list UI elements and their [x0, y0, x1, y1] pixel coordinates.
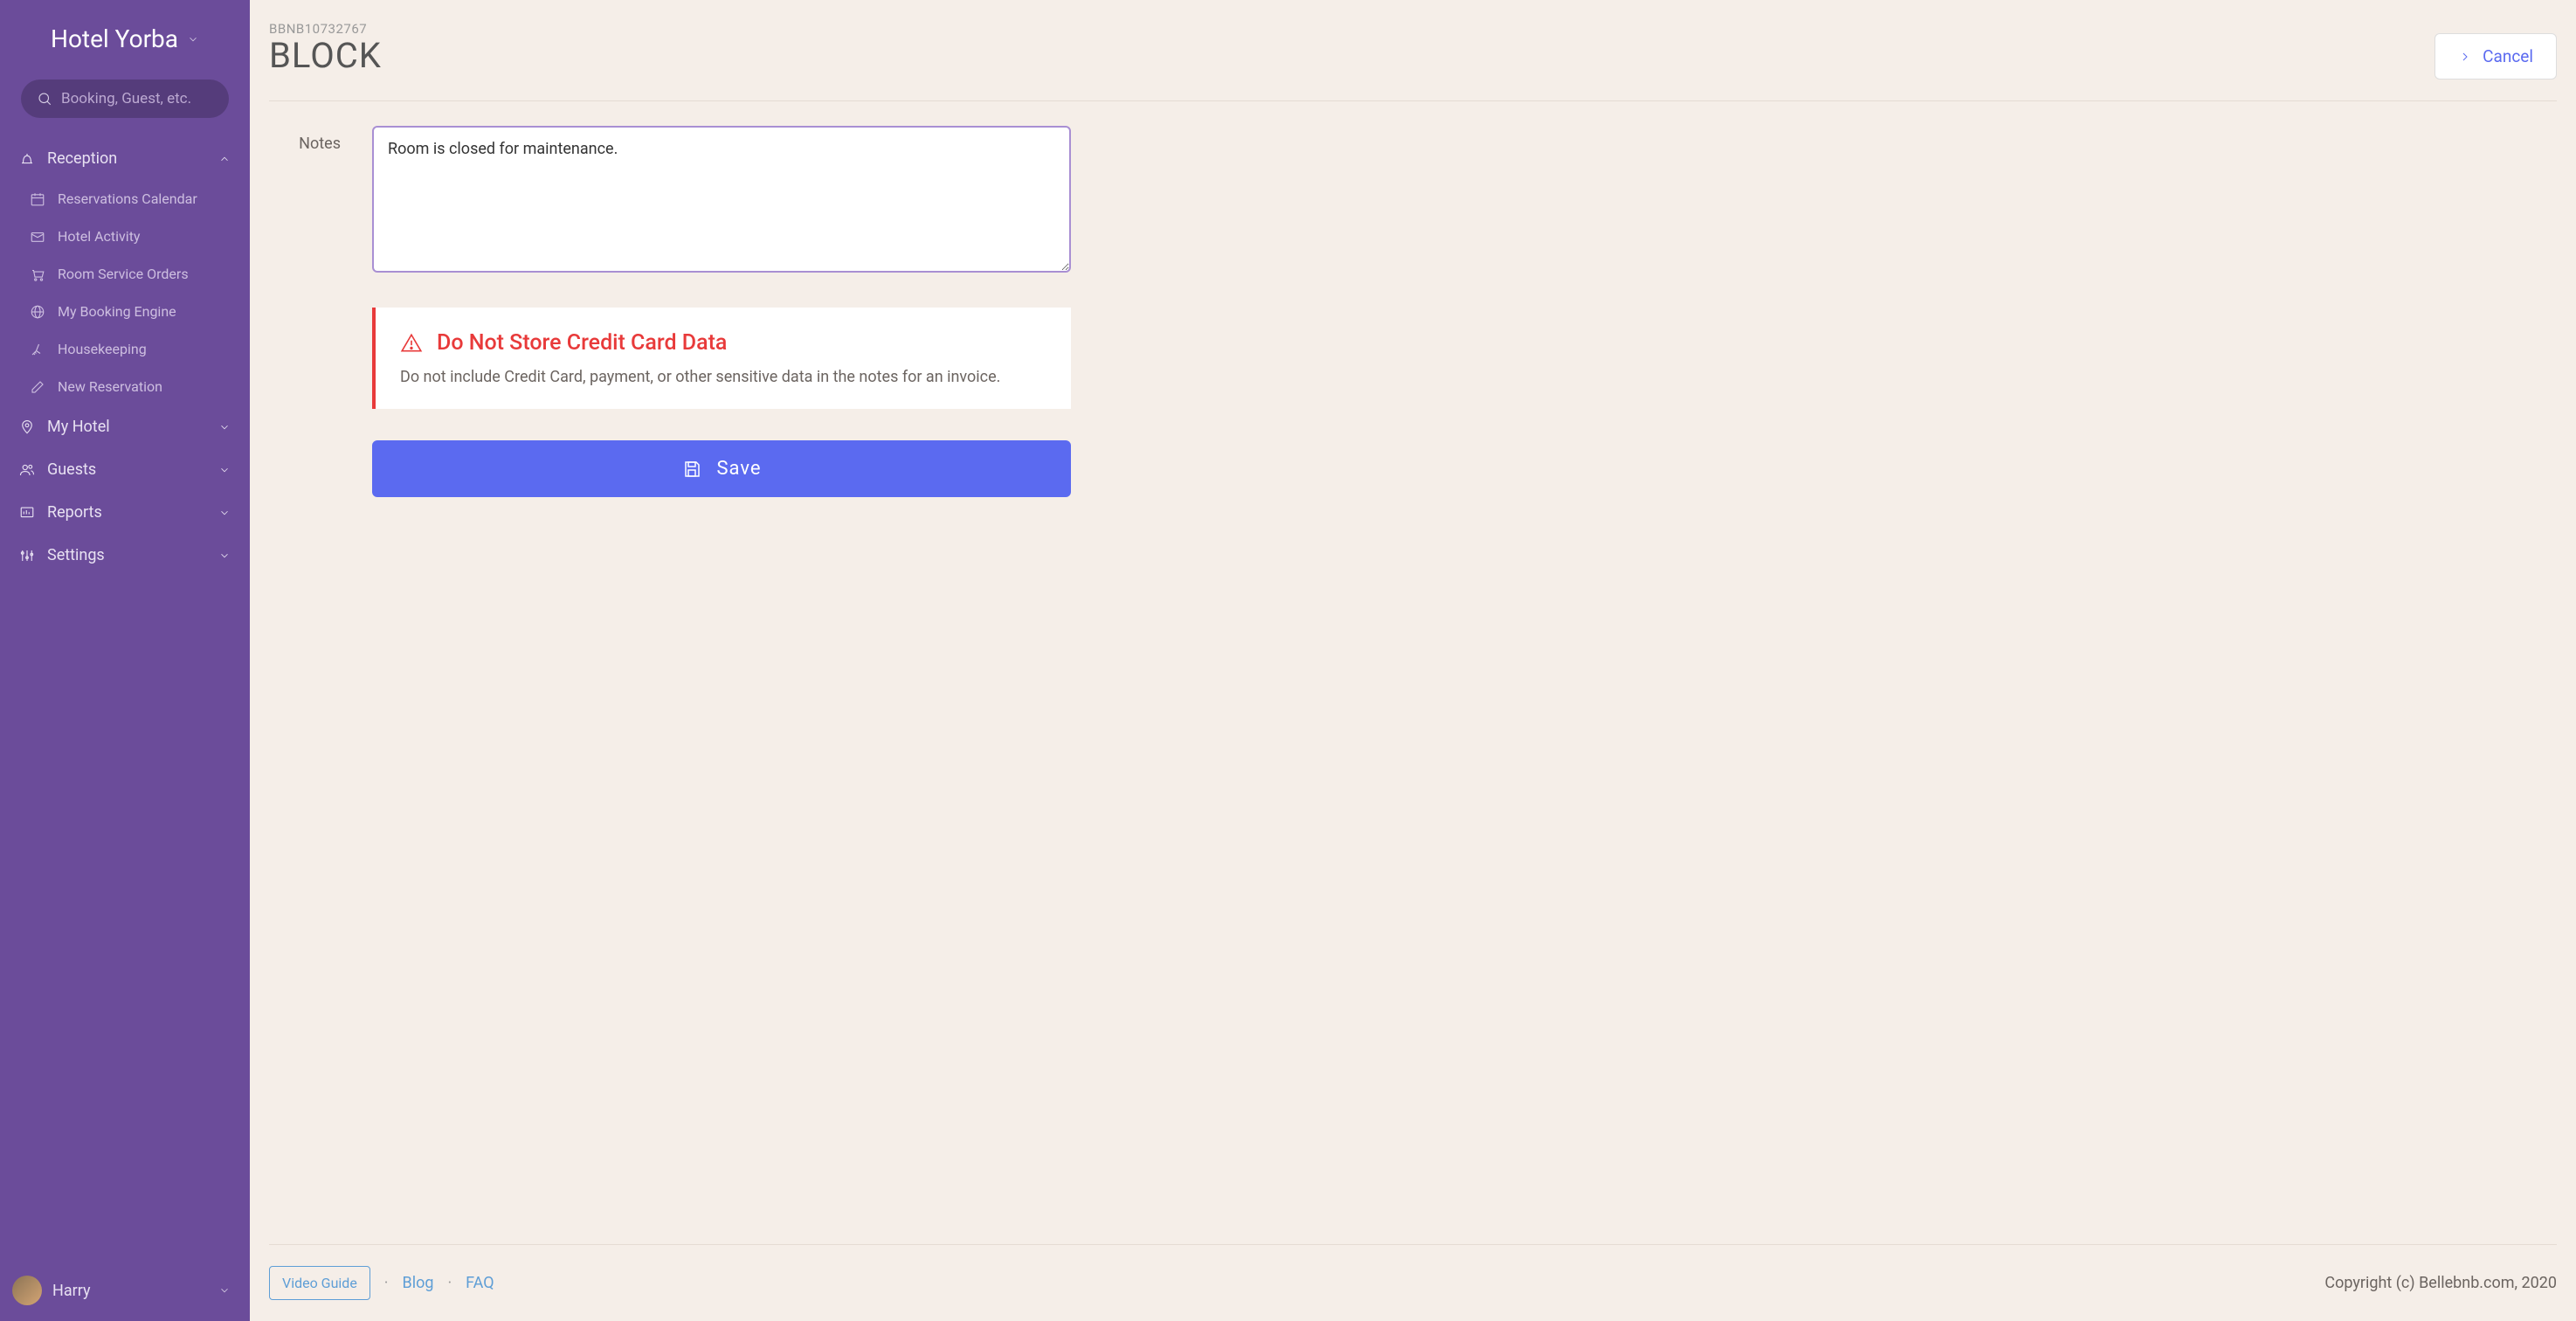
nav-item-label: Reservations Calendar	[58, 190, 197, 207]
nav-section-guests[interactable]: Guests	[0, 448, 250, 491]
footer: Video Guide · Blog · FAQ Copyright (c) B…	[269, 1218, 2557, 1321]
chevron-down-icon	[218, 1284, 231, 1297]
calendar-icon	[30, 191, 45, 207]
user-name: Harry	[52, 1282, 91, 1300]
avatar	[12, 1276, 42, 1305]
nav-item-hotel-activity[interactable]: Hotel Activity	[0, 218, 250, 255]
nav-item-booking-engine[interactable]: My Booking Engine	[0, 293, 250, 330]
cancel-label: Cancel	[2483, 46, 2533, 66]
copyright: Copyright (c) Bellebnb.com, 2020	[2324, 1274, 2557, 1292]
nav-item-label: Room Service Orders	[58, 266, 189, 282]
page-header: BBNB10732767 BLOCK Cancel	[269, 21, 2557, 80]
hotel-name: Hotel Yorba	[51, 24, 178, 53]
edit-icon	[30, 379, 45, 395]
nav-section-label: Reception	[47, 149, 117, 168]
nav-item-label: New Reservation	[58, 378, 162, 395]
search-box[interactable]	[21, 80, 229, 118]
nav-section-settings[interactable]: Settings	[0, 534, 250, 577]
chart-icon	[19, 505, 35, 521]
nav-item-new-reservation[interactable]: New Reservation	[0, 368, 250, 405]
bell-icon	[19, 151, 35, 167]
nav-section-label: Guests	[47, 460, 96, 479]
video-guide-button[interactable]: Video Guide	[269, 1266, 370, 1300]
globe-icon	[30, 304, 45, 320]
notes-textarea[interactable]	[372, 126, 1071, 273]
nav-item-label: My Booking Engine	[58, 303, 176, 320]
nav-section-reception[interactable]: Reception	[0, 137, 250, 180]
hotel-selector[interactable]: Hotel Yorba	[0, 0, 250, 69]
cart-icon	[30, 266, 45, 282]
sidebar: Hotel Yorba Reception Reservations Calen…	[0, 0, 250, 1321]
chevron-down-icon	[218, 507, 231, 519]
nav-section-label: Settings	[47, 546, 105, 564]
separator-dot: ·	[447, 1274, 452, 1292]
warning-icon	[400, 332, 423, 355]
chevron-down-icon	[218, 464, 231, 476]
nav-item-reservations-calendar[interactable]: Reservations Calendar	[0, 180, 250, 218]
warning-box: Do Not Store Credit Card Data Do not inc…	[372, 308, 1071, 409]
warning-title: Do Not Store Credit Card Data	[437, 330, 727, 356]
blog-link[interactable]: Blog	[403, 1274, 434, 1292]
mail-icon	[30, 229, 45, 245]
pin-icon	[19, 419, 35, 435]
cancel-button[interactable]: Cancel	[2434, 33, 2557, 80]
chevron-down-icon	[187, 33, 199, 45]
nav-item-room-service[interactable]: Room Service Orders	[0, 255, 250, 293]
search-icon	[37, 91, 52, 107]
nav-item-label: Hotel Activity	[58, 228, 141, 245]
page-title: BLOCK	[269, 35, 382, 76]
chevron-down-icon	[218, 550, 231, 562]
nav-item-label: Housekeeping	[58, 341, 147, 357]
user-menu[interactable]: Harry	[0, 1265, 250, 1316]
warning-text: Do not include Credit Card, payment, or …	[400, 368, 1046, 386]
chevron-right-icon	[2458, 50, 2472, 64]
save-label: Save	[716, 458, 761, 480]
save-button[interactable]: Save	[372, 440, 1071, 497]
chevron-up-icon	[218, 153, 231, 165]
form-area: Notes Do Not Store Credit Card Data Do n…	[269, 126, 2557, 497]
separator-dot: ·	[384, 1274, 389, 1292]
sliders-icon	[19, 548, 35, 564]
nav-section-label: My Hotel	[47, 418, 110, 436]
faq-link[interactable]: FAQ	[466, 1274, 494, 1292]
search-input[interactable]	[61, 90, 213, 107]
nav-item-housekeeping[interactable]: Housekeeping	[0, 330, 250, 368]
main-content: BBNB10732767 BLOCK Cancel Notes Do Not S…	[250, 0, 2576, 1321]
users-icon	[19, 462, 35, 478]
divider	[269, 100, 2557, 101]
nav-section-reports[interactable]: Reports	[0, 491, 250, 534]
notes-label: Notes	[269, 126, 341, 497]
broom-icon	[30, 342, 45, 357]
save-icon	[681, 459, 702, 480]
chevron-down-icon	[218, 421, 231, 433]
nav-section-my-hotel[interactable]: My Hotel	[0, 405, 250, 448]
nav-section-label: Reports	[47, 503, 102, 522]
